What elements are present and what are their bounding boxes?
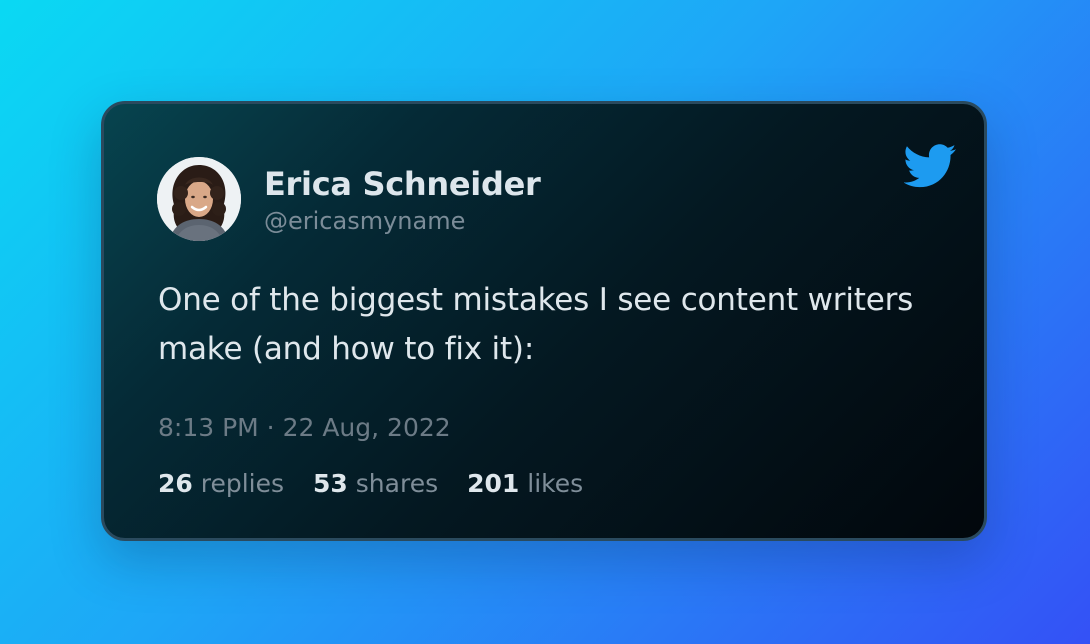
twitter-bird-icon xyxy=(903,144,957,188)
avatar-photo xyxy=(157,157,241,241)
tweet-timestamp[interactable]: 8:13 PM · 22 Aug, 2022 xyxy=(158,413,451,442)
replies-count: 26 xyxy=(158,469,193,498)
tweet-text: One of the biggest mistakes I see conten… xyxy=(158,282,914,367)
likes-label: likes xyxy=(527,469,584,498)
author-handle[interactable]: @ericasmyname xyxy=(264,207,465,235)
avatar[interactable] xyxy=(157,157,241,241)
likes-stat[interactable]: 201 likes xyxy=(467,469,583,498)
replies-stat[interactable]: 26 replies xyxy=(158,469,284,498)
tweet-stats: 26 replies 53 shares 201 likes xyxy=(158,469,583,498)
shares-count: 53 xyxy=(313,469,348,498)
likes-count: 201 xyxy=(467,469,520,498)
shares-label: shares xyxy=(355,469,439,498)
shares-stat[interactable]: 53 shares xyxy=(313,469,438,498)
replies-label: replies xyxy=(200,469,285,498)
tweet-card: Erica Schneider @ericasmyname One of the… xyxy=(101,101,987,541)
author-name[interactable]: Erica Schneider xyxy=(264,165,541,203)
